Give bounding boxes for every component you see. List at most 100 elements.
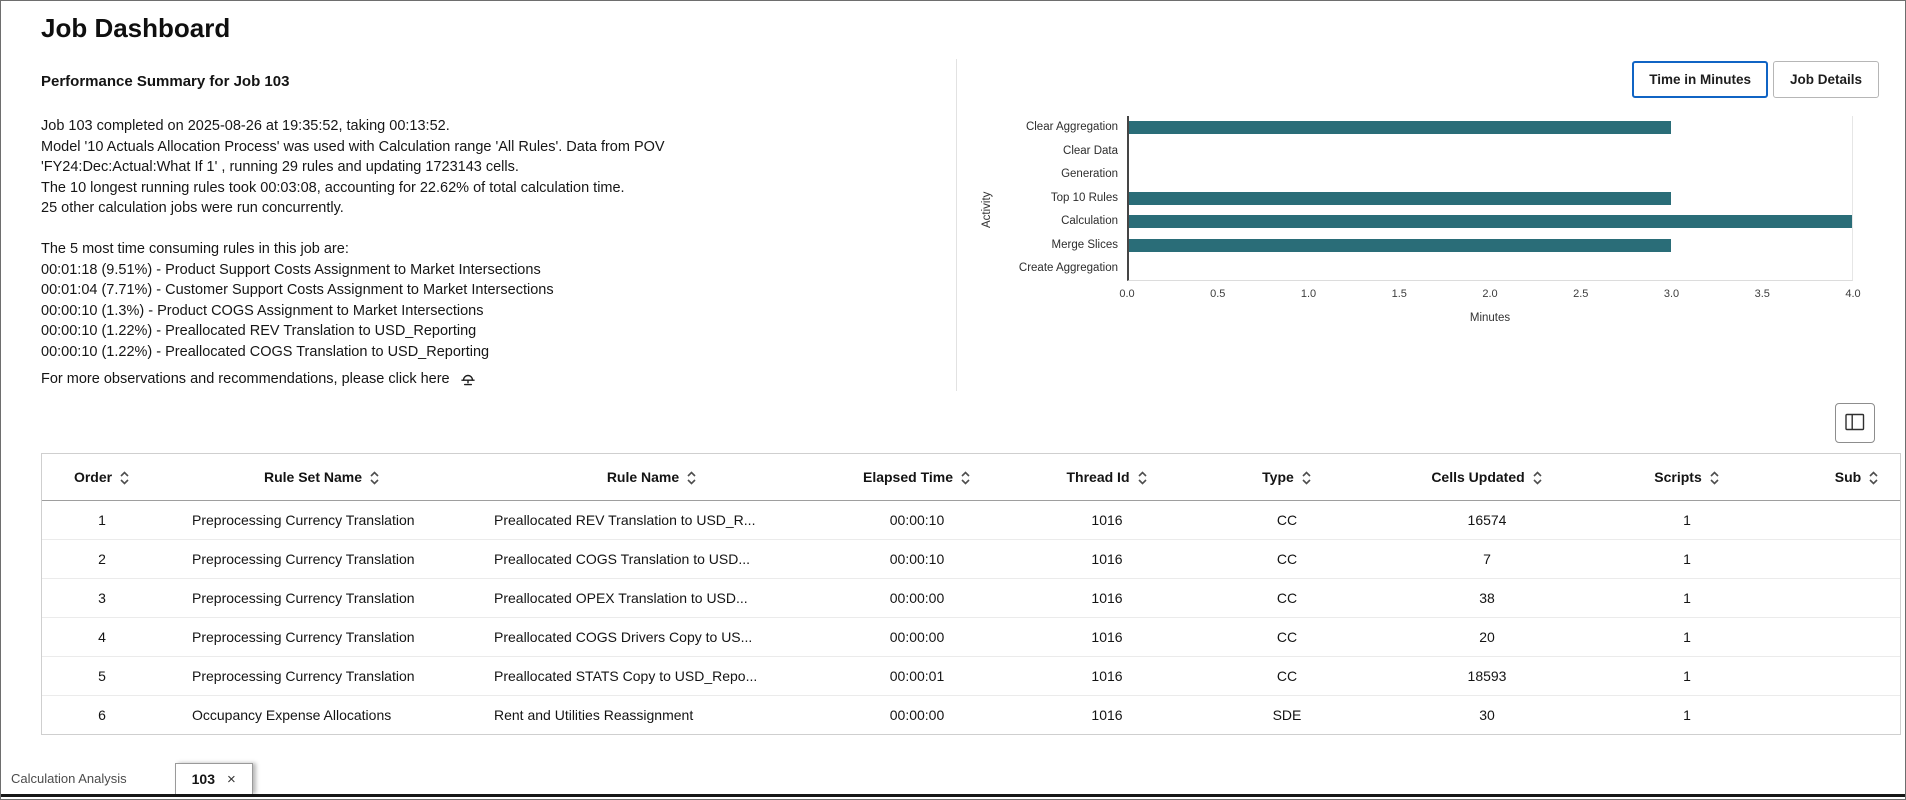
sort-icon xyxy=(119,470,130,486)
column-header-rule-set-name[interactable]: Rule Set Name xyxy=(162,468,482,486)
table-row[interactable]: 2 Preprocessing Currency Translation Preal… xyxy=(42,540,1900,579)
x-tick-label: 1.0 xyxy=(1300,288,1317,300)
y-axis-label: Activity xyxy=(981,191,993,228)
sort-icon xyxy=(960,470,971,486)
chart-bar-row xyxy=(1129,187,1852,211)
x-tick-label: 2.0 xyxy=(1482,288,1498,300)
column-header-label: Thread Id xyxy=(1066,469,1130,485)
table-row[interactable]: 6 Occupancy Expense Allocations Rent and U… xyxy=(42,696,1900,734)
table-cell: CC xyxy=(1276,512,1298,528)
table-cell: 18593 xyxy=(1467,668,1507,684)
column-header-label: Rule Name xyxy=(606,469,680,485)
chart-category-label: Top 10 Rules xyxy=(1050,191,1118,204)
table-cell: 1 xyxy=(1683,629,1691,645)
table-cell: Preallocated STATS Copy to USD_Repo... xyxy=(494,668,758,684)
table-cell: CC xyxy=(1276,668,1298,684)
table-cell: 1016 xyxy=(1091,668,1123,684)
performance-summary-panel: Performance Summary for Job 103 Job 103 … xyxy=(41,59,957,391)
table-cell: Preprocessing Currency Translation xyxy=(192,668,415,684)
table-toolbar xyxy=(41,403,1901,443)
table-scroll-container[interactable]: Order Rule Set Name Rule Name Elapsed Time T… xyxy=(41,453,1901,735)
chart-bar xyxy=(1129,215,1852,229)
close-icon[interactable]: × xyxy=(227,772,236,787)
column-header-order[interactable]: Order xyxy=(42,468,162,486)
summary-text: Job 103 completed on 2025-08-26 at 19:35… xyxy=(41,116,906,362)
column-header-cells-updated[interactable]: Cells Updated xyxy=(1372,468,1602,486)
summary-line: Job 103 completed on 2025-08-26 at 19:35… xyxy=(41,118,450,134)
x-tick-label: 3.5 xyxy=(1754,288,1770,300)
column-header-sub[interactable]: Sub xyxy=(1772,468,1900,486)
rules-table: Order Rule Set Name Rule Name Elapsed Time T… xyxy=(42,454,1900,734)
sort-icon xyxy=(1532,470,1543,486)
table-row[interactable]: 1 Preprocessing Currency Translation Preal… xyxy=(42,501,1900,540)
chart-bar xyxy=(1129,191,1672,205)
table-row[interactable]: 5 Preprocessing Currency Translation Preal… xyxy=(42,657,1900,696)
table-cell: 30 xyxy=(1479,707,1495,723)
chart-bar xyxy=(1129,238,1672,252)
table-cell: 1016 xyxy=(1091,551,1123,567)
column-header-thread-id[interactable]: Thread Id xyxy=(1012,468,1202,486)
chart-bar-row xyxy=(1129,140,1852,164)
column-header-elapsed-time[interactable]: Elapsed Time xyxy=(822,468,1012,486)
table-body: 1 Preprocessing Currency Translation Preal… xyxy=(42,501,1900,734)
chart-toggle-group: Time in Minutes Job Details xyxy=(975,59,1883,98)
chart-category-label: Clear Data xyxy=(1063,144,1118,157)
column-header-label: Sub xyxy=(1834,469,1862,485)
summary-heading: Performance Summary for Job 103 xyxy=(41,73,290,90)
table-cell: 1 xyxy=(1683,590,1691,606)
table-row[interactable]: 3 Preprocessing Currency Translation Preal… xyxy=(42,579,1900,618)
x-tick-label: 1.5 xyxy=(1391,288,1407,300)
table-cell: CC xyxy=(1276,629,1298,645)
summary-line: 25 other calculation jobs were run concu… xyxy=(41,200,344,216)
table-cell: Rent and Utilities Reassignment xyxy=(494,707,694,723)
tab-bar-label: Calculation Analysis xyxy=(11,771,127,786)
job-details-button[interactable]: Job Details xyxy=(1772,61,1879,98)
tab-103[interactable]: 103 × xyxy=(174,763,253,794)
column-header-label: Elapsed Time xyxy=(862,469,953,485)
column-header-label: Cells Updated xyxy=(1431,469,1525,485)
table-cell: CC xyxy=(1276,551,1298,567)
summary-line: The 10 longest running rules took 00:03:… xyxy=(41,179,625,196)
table-cell: Preprocessing Currency Translation xyxy=(192,590,415,606)
column-header-label: Rule Set Name xyxy=(263,469,363,485)
summary-line xyxy=(41,219,906,240)
table-cell: 00:00:00 xyxy=(889,707,945,723)
table-cell: 1016 xyxy=(1091,512,1123,528)
column-header-scripts[interactable]: Scripts xyxy=(1602,468,1772,486)
table-cell: 00:00:01 xyxy=(889,668,945,684)
tab-label: 103 xyxy=(191,771,215,787)
plot-area xyxy=(1127,116,1853,281)
column-header-label: Scripts xyxy=(1654,469,1702,485)
advisor-beacon-icon[interactable] xyxy=(459,370,477,387)
table-cell: 1 xyxy=(1683,668,1691,684)
table-cell: Preallocated REV Translation to USD_R... xyxy=(494,512,756,528)
table-header-row: Order Rule Set Name Rule Name Elapsed Time T… xyxy=(42,454,1900,501)
table-row[interactable]: 4 Preprocessing Currency Translation Preal… xyxy=(42,618,1900,657)
table-cell: Preallocated COGS Drivers Copy to US... xyxy=(494,629,753,645)
table-cell: 7 xyxy=(1483,551,1491,567)
x-tick-label: 3.0 xyxy=(1663,288,1680,300)
table-cell: 1016 xyxy=(1091,707,1123,723)
table-cell: 38 xyxy=(1479,590,1495,606)
column-header-label: Type xyxy=(1262,469,1294,485)
table-cell: 1 xyxy=(1683,551,1691,567)
table-cell: Preallocated OPEX Translation to USD... xyxy=(494,590,748,606)
time-in-minutes-button[interactable]: Time in Minutes xyxy=(1632,61,1768,98)
summary-line: The 5 most time consuming rules in this … xyxy=(41,241,349,257)
table-cell: 2 xyxy=(98,551,106,567)
chart-bar-row xyxy=(1129,234,1852,258)
category-axis: Clear Aggregation Clear Data Generation Top… xyxy=(999,116,1127,281)
page-title: Job Dashboard xyxy=(41,13,231,43)
x-axis-ticks: 0.0 0.5 1.0 1.5 2.0 2.5 3.0 3.5 4.0 xyxy=(1119,288,1860,302)
chart-category-label: Merge Slices xyxy=(1051,238,1118,251)
sort-icon xyxy=(1868,470,1879,486)
chart-panel: Time in Minutes Job Details Activity Cle… xyxy=(957,59,1883,391)
manage-columns-button[interactable] xyxy=(1835,403,1875,443)
table-cell: 00:00:00 xyxy=(889,629,945,645)
bottom-tab-bar: Calculation Analysis 103 × xyxy=(1,758,1905,797)
column-header-type[interactable]: Type xyxy=(1202,468,1372,486)
column-header-rule-name[interactable]: Rule Name xyxy=(482,468,822,486)
table-cell: 3 xyxy=(98,590,106,606)
table-cell: 20 xyxy=(1479,629,1495,645)
sort-icon xyxy=(1709,470,1720,486)
